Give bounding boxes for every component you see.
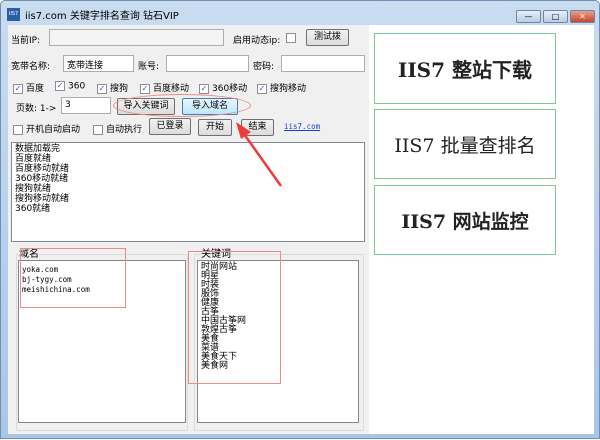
annotation-arrow [236, 122, 283, 187]
app-window: IIS7 iis7.com 关键字排名查询 钻石VIP — □ ✕ 当前IP: … [0, 0, 600, 439]
